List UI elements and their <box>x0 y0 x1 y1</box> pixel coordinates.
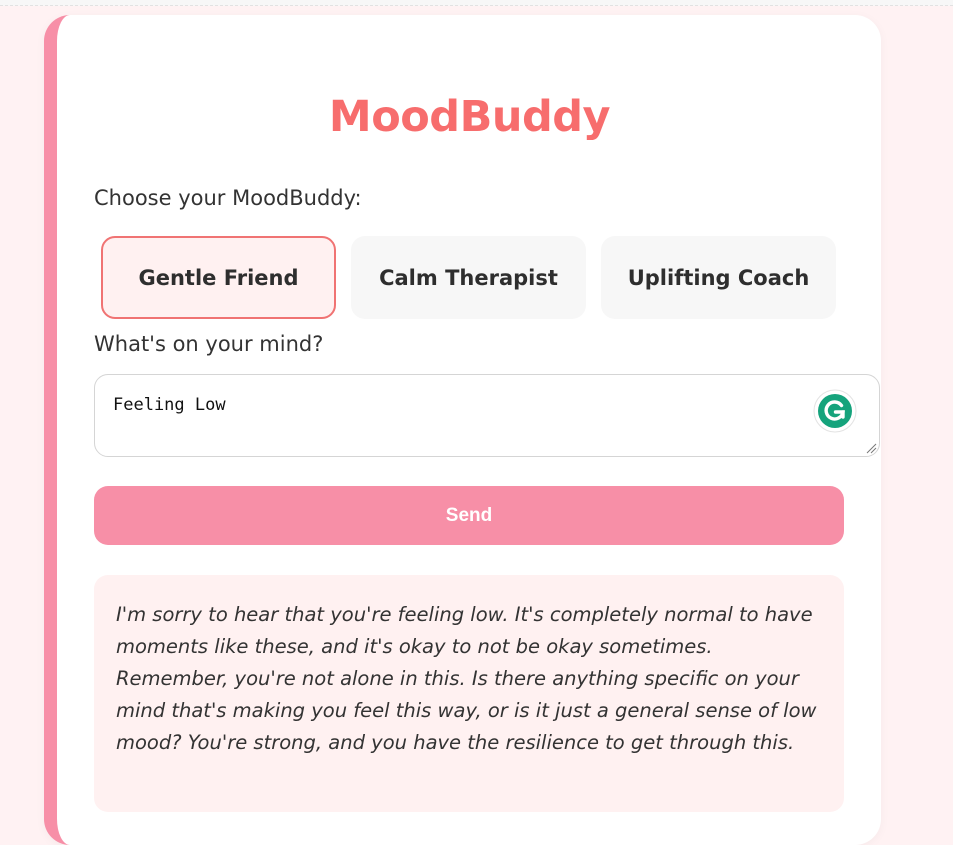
app-title: MoodBuddy <box>328 92 611 142</box>
message-textarea[interactable]: Feeling Low <box>94 374 880 457</box>
persona-gentle-friend-button[interactable]: Gentle Friend <box>101 236 336 319</box>
grammarly-icon[interactable] <box>813 389 857 433</box>
message-label: What's on your mind? <box>94 332 324 356</box>
browser-top-edge <box>0 0 953 6</box>
response-message: I'm sorry to hear that you're feeling lo… <box>94 575 844 812</box>
persona-label: Choose your MoodBuddy: <box>94 186 362 210</box>
persona-calm-therapist-button[interactable]: Calm Therapist <box>351 236 586 319</box>
send-button[interactable]: Send <box>94 486 844 545</box>
persona-uplifting-coach-button[interactable]: Uplifting Coach <box>601 236 836 319</box>
resize-handle-icon[interactable] <box>866 443 877 454</box>
message-text: Feeling Low <box>113 395 226 415</box>
